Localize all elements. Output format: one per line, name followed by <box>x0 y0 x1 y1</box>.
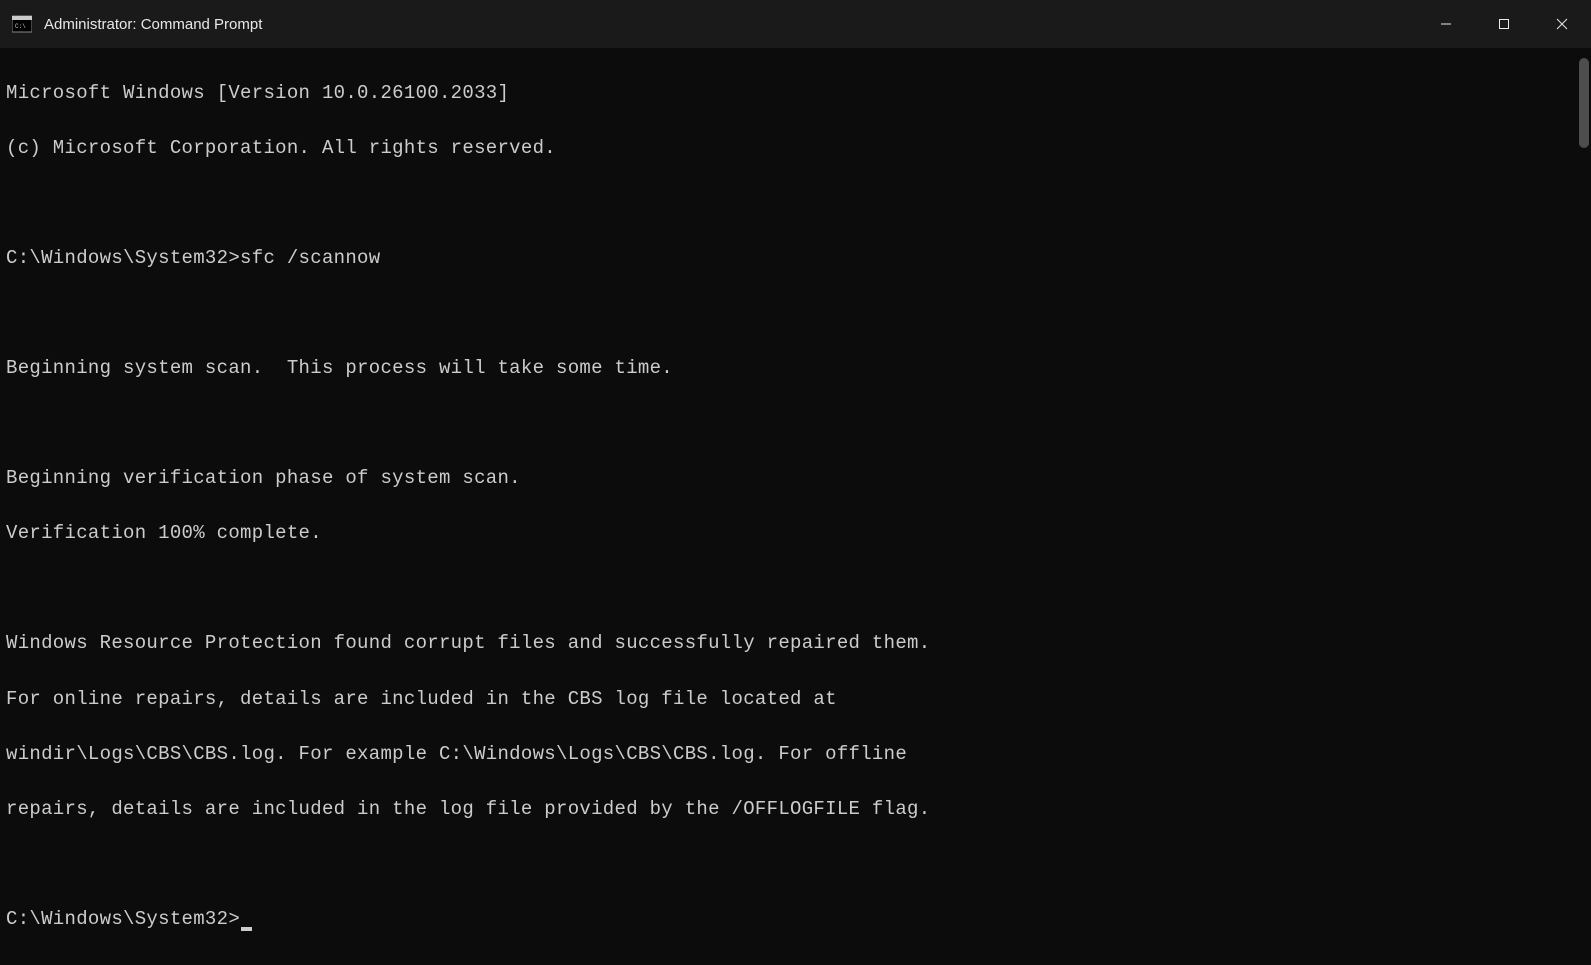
output-line: Windows Resource Protection found corrup… <box>6 630 1585 658</box>
output-line <box>6 575 1585 603</box>
maximize-icon <box>1498 18 1510 30</box>
minimize-icon <box>1440 18 1452 30</box>
close-icon <box>1556 18 1568 30</box>
cursor <box>241 927 252 931</box>
output-line: Microsoft Windows [Version 10.0.26100.20… <box>6 80 1585 108</box>
output-line: Verification 100% complete. <box>6 520 1585 548</box>
maximize-button[interactable] <box>1475 0 1533 48</box>
minimize-button[interactable] <box>1417 0 1475 48</box>
svg-text:C:\: C:\ <box>15 23 26 30</box>
window-controls <box>1417 0 1591 48</box>
current-prompt: C:\Windows\System32> <box>6 908 240 930</box>
output-line: (c) Microsoft Corporation. All rights re… <box>6 135 1585 163</box>
scrollbar-track[interactable] <box>1577 48 1591 560</box>
terminal-output[interactable]: Microsoft Windows [Version 10.0.26100.20… <box>0 48 1591 965</box>
output-line: Beginning verification phase of system s… <box>6 465 1585 493</box>
output-line <box>6 300 1585 328</box>
window-title: Administrator: Command Prompt <box>44 16 262 33</box>
output-line <box>6 410 1585 438</box>
scrollbar-thumb[interactable] <box>1579 58 1589 148</box>
output-line <box>6 851 1585 879</box>
prompt-line: C:\Windows\System32> <box>6 906 1585 934</box>
output-line: windir\Logs\CBS\CBS.log. For example C:\… <box>6 741 1585 769</box>
close-button[interactable] <box>1533 0 1591 48</box>
output-line: For online repairs, details are included… <box>6 686 1585 714</box>
output-line <box>6 190 1585 218</box>
cmd-icon: C:\ <box>12 14 32 34</box>
output-line: C:\Windows\System32>sfc /scannow <box>6 245 1585 273</box>
output-line: repairs, details are included in the log… <box>6 796 1585 824</box>
titlebar[interactable]: C:\ Administrator: Command Prompt <box>0 0 1591 48</box>
output-line: Beginning system scan. This process will… <box>6 355 1585 383</box>
